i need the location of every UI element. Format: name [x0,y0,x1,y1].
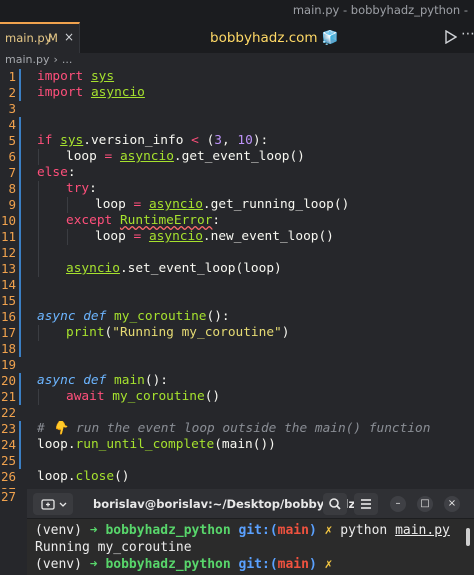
code-line-21: await my_coroutine() [66,389,221,404]
line-number: 10 [0,213,16,228]
line-number: 4 [8,117,16,132]
code-line-6: loop = asyncio.get_event_loop() [66,149,305,164]
breadcrumb-separator: › [53,53,58,66]
title-bar: main.py - bobbyhadz_python - [0,0,474,22]
code-line-16: async def my_coroutine(): [37,309,230,324]
terminal-header: borislav@borislav:~/Desktop/bobbyhadz...… [27,489,474,519]
terminal-line-3: (venv) ➜ bobbyhadz_python git:(main) ✗ [35,557,333,572]
line-number: 7 [8,165,16,180]
code-line-11: loop = asyncio.new_event_loop() [95,229,334,244]
line-number: 15 [0,293,16,308]
terminal-output[interactable]: (venv) ➜ bobbyhadz_python git:(main) ✗ p… [27,520,474,575]
terminal-line-2: Running my_coroutine [35,540,192,555]
code-line-1: import sys [37,69,115,84]
line-number: 5 [8,133,16,148]
code-line-7: else: [37,165,76,180]
breadcrumb-file[interactable]: main.py [5,53,49,66]
tab-label: main.py [5,31,52,45]
window-title: main.py - bobbyhadz_python - [292,3,468,17]
terminal-new-icon [41,499,67,510]
line-number: 3 [8,101,16,116]
code-line-26: loop.close() [37,469,130,484]
terminal-new-tab-button[interactable] [33,493,73,515]
code-line-10: except RuntimeError: [66,213,221,228]
line-number: 12 [0,245,16,260]
tab-main-py[interactable]: main.py M × [0,22,80,53]
line-number: 13 [0,261,16,276]
close-button[interactable]: × [444,496,460,512]
breadcrumb: main.py ›... [0,53,474,69]
terminal-window[interactable]: borislav@borislav:~/Desktop/bobbyhadz...… [27,489,474,575]
line-number: 17 [0,325,16,340]
line-number: 6 [8,149,16,164]
run-icon[interactable] [445,30,457,44]
more-icon[interactable]: ⋯ [461,26,474,42]
code-line-13: asyncio.set_event_loop(loop) [66,261,282,276]
code-line-23: # 👇 run the event loop outside the main(… [37,421,431,436]
code-line-20: async def main(): [37,373,168,388]
close-icon[interactable]: × [64,30,74,44]
line-number: 1 [8,69,16,84]
search-icon [329,498,341,510]
code-line-17: print("Running my_coroutine") [66,325,290,340]
code-line-9: loop = asyncio.get_running_loop() [95,197,350,212]
line-number: 23 [0,421,16,436]
line-number: 9 [8,197,16,212]
line-number: 22 [0,405,16,420]
line-number: 25 [0,453,16,468]
menu-icon [361,499,371,509]
line-number: 27 [0,489,16,504]
code-line-8: try: [66,181,97,196]
line-number: 14 [0,277,16,292]
line-number: 21 [0,389,16,404]
code-line-24: loop.run_until_complete(main()) [37,437,276,452]
terminal-line-1: (venv) ➜ bobbyhadz_python git:(main) ✗ p… [35,523,450,538]
line-number: 20 [0,373,16,388]
editor-gutter-continuation: 27 [0,489,27,575]
line-number: 18 [0,341,16,356]
terminal-search-button[interactable] [323,493,347,515]
terminal-menu-button[interactable] [354,493,378,515]
line-number: 16 [0,309,16,324]
breadcrumb-more[interactable]: ... [62,53,73,66]
maximize-button[interactable]: □ [417,496,433,512]
terminal-scrollbar[interactable] [466,528,470,546]
code-line-5: if sys.version_info < (3, 10): [37,133,269,148]
line-number: 11 [0,229,16,244]
line-number: 8 [8,181,16,196]
code-line-2: import asyncio [37,85,145,100]
line-number: 2 [8,85,16,100]
minimize-button[interactable]: – [390,496,406,512]
brand-label: bobbyhadz.com 🧊 [210,30,339,46]
line-number: 24 [0,437,16,452]
line-number: 19 [0,357,16,372]
code-editor[interactable]: 1 2 3 4 5 6 7 8 9 10 11 12 13 14 15 16 1… [0,69,474,489]
tab-modified-badge: M [48,31,58,45]
line-number: 26 [0,469,16,484]
